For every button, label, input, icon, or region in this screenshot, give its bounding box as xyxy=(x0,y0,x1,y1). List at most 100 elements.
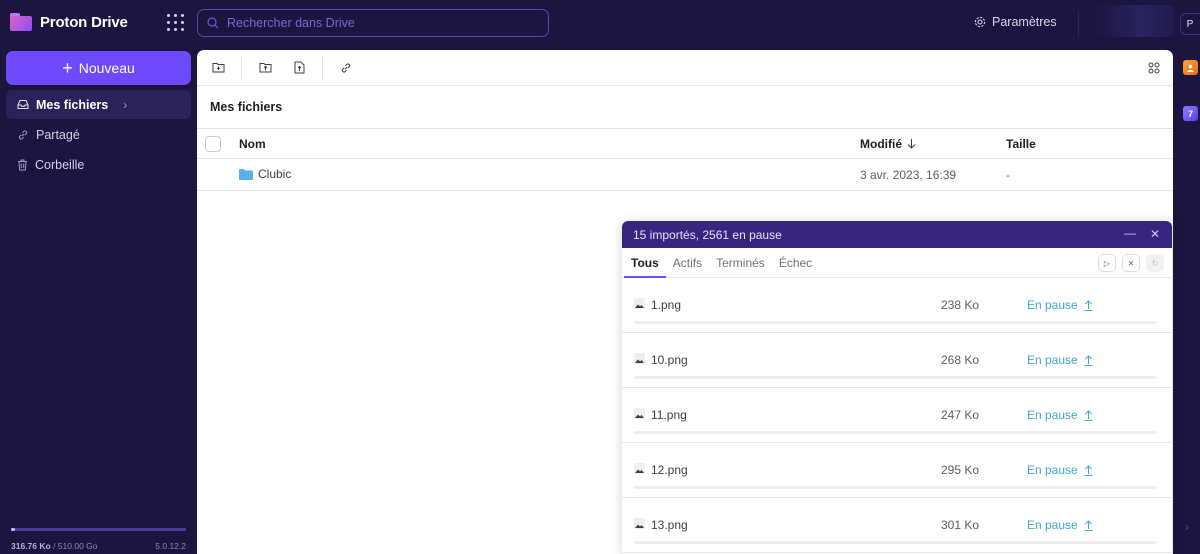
image-file-icon xyxy=(634,353,645,364)
upload-arrow-icon xyxy=(1084,409,1093,421)
minimize-icon[interactable]: — xyxy=(1124,226,1136,240)
upload-file-size: 295 Ko xyxy=(941,463,980,477)
upload-file-size: 238 Ko xyxy=(941,298,980,312)
upload-status[interactable]: En pause xyxy=(1027,518,1093,532)
cancel-all-button[interactable]: ✕ xyxy=(1122,254,1140,272)
new-folder-button[interactable] xyxy=(207,57,229,79)
image-file-icon xyxy=(634,408,645,419)
tab-completed[interactable]: Terminés xyxy=(709,248,772,277)
toolbar xyxy=(197,50,1173,86)
column-name[interactable]: Nom xyxy=(239,137,266,151)
upload-panel-header: 15 importés, 2561 en pause — ✕ xyxy=(622,221,1172,248)
sidebar-item-my-files[interactable]: Mes fichiers › xyxy=(6,90,191,119)
upload-progress-bar xyxy=(634,376,1156,379)
upload-arrow-icon xyxy=(1084,464,1093,476)
retry-icon: ↻ xyxy=(1151,258,1159,268)
share-link-button[interactable] xyxy=(335,57,357,79)
upload-item: 13.png 301 Ko En pause xyxy=(622,498,1172,553)
upload-arrow-icon xyxy=(1084,354,1093,366)
retry-all-button[interactable]: ↻ xyxy=(1146,254,1164,272)
inbox-icon xyxy=(17,99,29,110)
upload-list: 1.png 238 Ko En pause 10.png 268 Ko En p… xyxy=(622,278,1172,553)
plus-icon: + xyxy=(62,58,73,78)
trash-icon xyxy=(18,159,27,170)
toolbar-divider xyxy=(322,55,323,80)
header-divider xyxy=(1078,10,1079,38)
upload-file-name: 13.png xyxy=(651,518,688,532)
app-version: 5.0.12.2 xyxy=(155,541,186,551)
storage-bar xyxy=(11,528,186,531)
upload-progress-bar xyxy=(634,486,1156,489)
top-bar: Proton Drive Paramètres P xyxy=(0,0,1200,48)
column-size[interactable]: Taille xyxy=(1006,137,1036,151)
chevron-right-icon[interactable]: › xyxy=(1185,520,1189,534)
upload-progress-bar xyxy=(634,321,1156,324)
upload-item: 10.png 268 Ko En pause xyxy=(622,333,1172,388)
contacts-app-icon[interactable] xyxy=(1183,60,1198,75)
tab-failed[interactable]: Échec xyxy=(772,248,819,277)
sidebar-nav: Mes fichiers › Partagé Corbeille xyxy=(6,90,191,180)
app-logo[interactable]: Proton Drive xyxy=(10,13,128,31)
close-icon[interactable]: ✕ xyxy=(1150,227,1160,241)
sidebar-item-label: Partagé xyxy=(36,127,80,142)
upload-status[interactable]: En pause xyxy=(1027,353,1093,367)
upload-status[interactable]: En pause xyxy=(1027,408,1093,422)
search-icon xyxy=(207,17,219,29)
search-field[interactable] xyxy=(197,9,549,37)
upload-file-size: 268 Ko xyxy=(941,353,980,367)
upload-file-button[interactable] xyxy=(288,57,310,79)
storage-indicator: 316.76 Ko / 510.00 Go 5.0.12.2 xyxy=(11,528,186,551)
tab-all[interactable]: Tous xyxy=(624,248,666,278)
upload-file-icon xyxy=(294,61,304,74)
calendar-app-icon[interactable]: 7 xyxy=(1183,106,1198,121)
upload-file-name: 11.png xyxy=(651,408,687,422)
upload-panel: 15 importés, 2561 en pause — ✕ Tous Acti… xyxy=(622,221,1172,554)
image-file-icon xyxy=(634,518,645,529)
settings-button[interactable]: Paramètres xyxy=(974,15,1057,29)
upload-tabs: Tous Actifs Terminés Échec ▷ ✕ ↻ xyxy=(622,248,1172,278)
column-modified[interactable]: Modifié xyxy=(860,137,916,151)
grid-view-icon xyxy=(1148,62,1160,74)
upload-progress-bar xyxy=(634,541,1156,544)
sort-desc-arrow-icon xyxy=(907,139,916,149)
upload-item: 1.png 238 Ko En pause xyxy=(622,278,1172,333)
gear-icon xyxy=(974,16,986,28)
resume-all-button[interactable]: ▷ xyxy=(1098,254,1116,272)
new-button-label: Nouveau xyxy=(78,60,135,76)
search-input[interactable] xyxy=(227,16,527,30)
apps-grid-icon[interactable] xyxy=(167,14,185,32)
upload-status[interactable]: En pause xyxy=(1027,298,1093,312)
image-file-icon xyxy=(634,298,645,309)
upload-folder-button[interactable] xyxy=(254,57,276,79)
chevron-right-icon[interactable]: › xyxy=(123,98,127,112)
upload-arrow-icon xyxy=(1084,299,1093,311)
upload-file-name: 10.png xyxy=(651,353,688,367)
avatar[interactable]: P xyxy=(1180,13,1200,35)
sidebar-item-trash[interactable]: Corbeille xyxy=(6,150,191,179)
sidebar-item-shared[interactable]: Partagé xyxy=(6,120,191,149)
user-menu[interactable] xyxy=(1094,5,1174,37)
folder-icon xyxy=(239,168,253,180)
upload-file-name: 12.png xyxy=(651,463,688,477)
table-row[interactable]: Clubic 3 avr. 2023, 16:39 - xyxy=(197,159,1173,191)
upload-folder-icon xyxy=(259,63,271,73)
grid-view-button[interactable] xyxy=(1143,57,1165,79)
upload-summary: 15 importés, 2561 en pause xyxy=(633,227,782,242)
select-all-checkbox[interactable] xyxy=(205,136,221,152)
image-file-icon xyxy=(634,463,645,474)
link-icon xyxy=(341,62,351,73)
upload-arrow-icon xyxy=(1084,519,1093,531)
toolbar-divider xyxy=(241,55,242,80)
upload-item: 11.png 247 Ko En pause xyxy=(622,388,1172,443)
tab-active[interactable]: Actifs xyxy=(666,248,709,277)
upload-status[interactable]: En pause xyxy=(1027,463,1093,477)
breadcrumb[interactable]: Mes fichiers xyxy=(197,86,1173,128)
upload-file-name: 1.png xyxy=(651,298,682,312)
size-cell: - xyxy=(1006,168,1010,182)
new-button[interactable]: + Nouveau xyxy=(6,51,191,85)
proton-drive-logo-icon xyxy=(10,13,32,31)
upload-progress-bar xyxy=(634,431,1156,434)
file-name-cell: Clubic xyxy=(239,167,291,181)
modified-cell: 3 avr. 2023, 16:39 xyxy=(860,168,957,182)
sidebar-item-label: Corbeille xyxy=(35,157,85,172)
